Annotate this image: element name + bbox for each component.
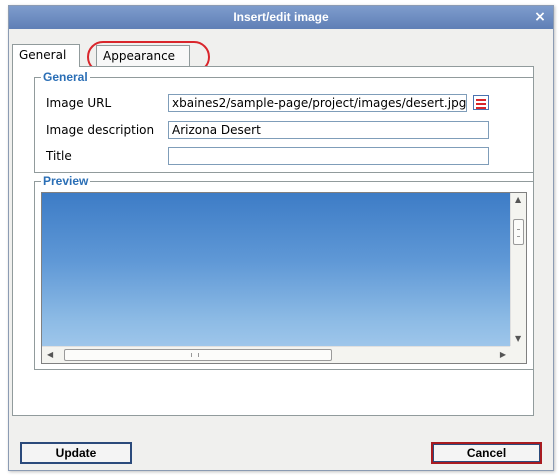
scroll-left-icon[interactable]: ◀ bbox=[47, 351, 53, 359]
general-legend: General bbox=[43, 70, 88, 84]
tab-appearance[interactable]: Appearance bbox=[96, 45, 190, 66]
tab-general[interactable]: General bbox=[12, 44, 80, 67]
cancel-button[interactable]: Cancel bbox=[431, 442, 542, 464]
close-icon[interactable]: × bbox=[531, 6, 549, 29]
scroll-right-icon[interactable]: ▶ bbox=[500, 351, 506, 359]
update-button[interactable]: Update bbox=[20, 442, 132, 464]
image-description-input[interactable]: Arizona Desert bbox=[168, 121, 489, 139]
horizontal-scroll-thumb[interactable] bbox=[64, 349, 332, 361]
preview-legend: Preview bbox=[43, 174, 89, 188]
image-url-label: Image URL bbox=[46, 96, 112, 110]
scroll-down-icon[interactable]: ▼ bbox=[515, 335, 521, 343]
vertical-scrollbar[interactable]: ▲ ▼ bbox=[510, 193, 526, 347]
image-description-label: Image description bbox=[46, 123, 155, 137]
title-input[interactable] bbox=[168, 147, 489, 165]
browse-icon[interactable] bbox=[473, 95, 489, 110]
dialog-title: Insert/edit image bbox=[233, 10, 329, 24]
vertical-scroll-thumb[interactable] bbox=[513, 219, 524, 245]
title-label: Title bbox=[46, 149, 72, 163]
image-url-input[interactable]: xbaines2/sample-page/project/images/dese… bbox=[168, 94, 467, 112]
image-preview: ▲ ▼ ◀ ▶ bbox=[41, 192, 527, 364]
scroll-corner bbox=[510, 346, 526, 363]
scroll-up-icon[interactable]: ▲ bbox=[515, 196, 521, 204]
dialog-titlebar: Insert/edit image bbox=[9, 6, 553, 29]
horizontal-scrollbar[interactable]: ◀ ▶ bbox=[42, 346, 512, 363]
